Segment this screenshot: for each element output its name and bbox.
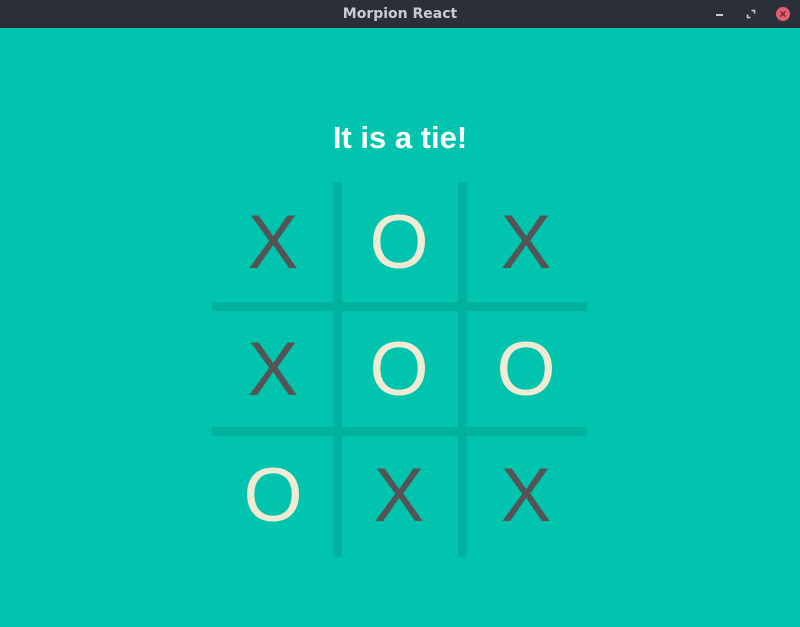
close-button[interactable] (775, 6, 791, 22)
minimize-button[interactable] (711, 6, 727, 22)
board-cell-1-1[interactable]: X (214, 184, 332, 302)
board-cell-2-2[interactable]: O (340, 311, 458, 429)
board-cell-2-1[interactable]: X (214, 311, 332, 429)
minimize-icon (715, 13, 723, 16)
board-cell-3-2[interactable]: X (340, 437, 458, 555)
board-cell-1-3[interactable]: X (467, 184, 585, 302)
game-area: It is a tie! X O X X O O O X X (0, 28, 800, 627)
maximize-button[interactable] (743, 6, 759, 22)
board-cell-3-3[interactable]: X (467, 437, 585, 555)
board-cell-3-1[interactable]: O (214, 437, 332, 555)
grid-line (212, 302, 587, 311)
board-cell-2-3[interactable]: O (467, 311, 585, 429)
grid-line (458, 182, 467, 557)
game-board: X O X X O O O X X (212, 182, 587, 557)
maximize-icon (746, 9, 756, 19)
app-window: Morpion React It is a tie! X O X X O O O… (0, 0, 800, 627)
window-title: Morpion React (342, 6, 458, 22)
title-bar[interactable]: Morpion React (0, 0, 800, 28)
board-cell-1-2[interactable]: O (340, 184, 458, 302)
close-icon (776, 7, 790, 21)
game-status: It is a tie! (332, 120, 468, 155)
